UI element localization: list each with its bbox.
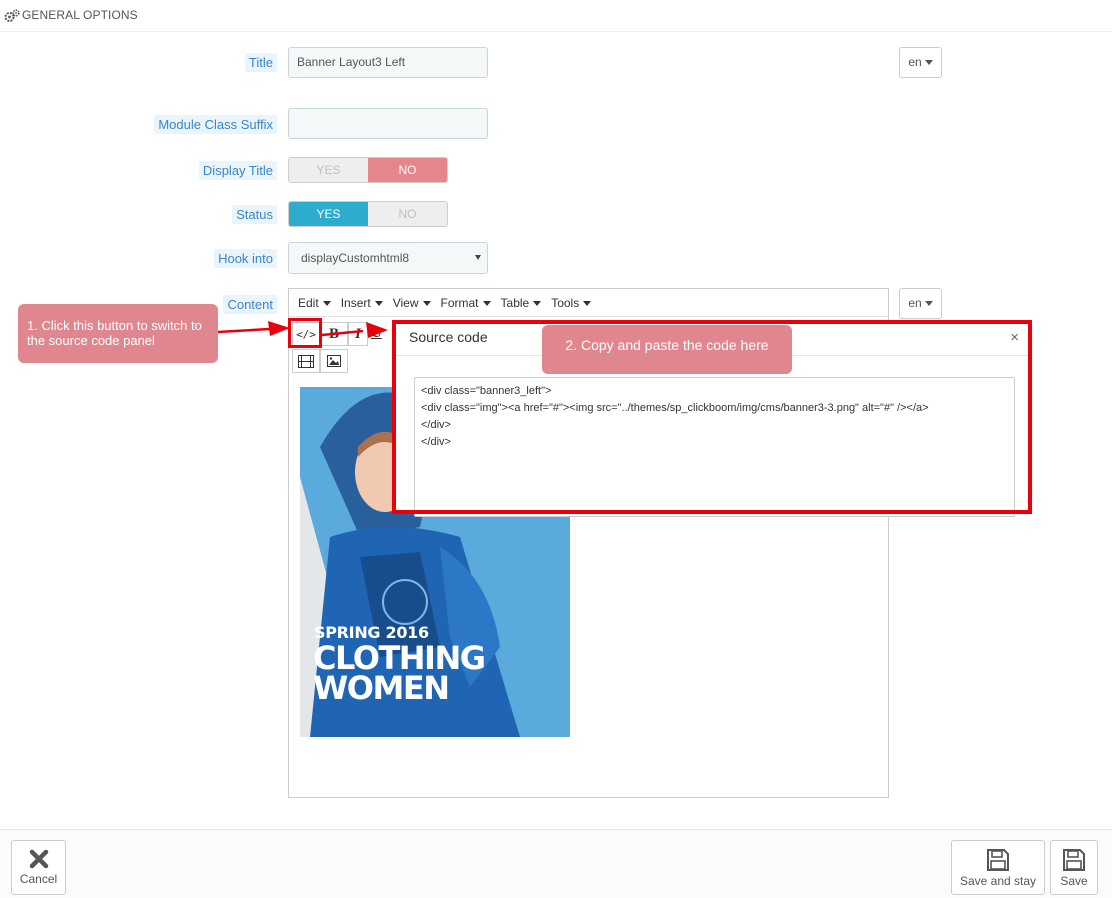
title-language-label: en (908, 55, 922, 69)
caret-down-icon (374, 300, 383, 306)
caret-down-icon (583, 300, 592, 306)
insert-image-button[interactable] (320, 349, 348, 373)
save-label: Save (1060, 874, 1088, 888)
dialog-title: Source code (409, 329, 488, 345)
menu-view-label: View (392, 295, 419, 310)
caret-down-icon (533, 300, 542, 306)
caret-down-icon (924, 60, 933, 66)
caret-down-icon (422, 300, 431, 306)
panel-title: GENERAL OPTIONS (22, 8, 138, 22)
menu-insert-label: Insert (340, 295, 371, 310)
hook-into-label: Hook into (214, 249, 277, 268)
status-switch[interactable]: YES NO (288, 201, 448, 227)
title-language-button[interactable]: en (899, 47, 942, 78)
menu-table-label: Table (500, 295, 530, 310)
menu-edit[interactable]: Edit (298, 296, 331, 310)
floppy-disk-icon (1063, 849, 1085, 871)
menu-tools-label: Tools (551, 295, 580, 310)
save-button[interactable]: Save (1050, 840, 1098, 895)
gears-icon (4, 9, 20, 22)
editor-menubar: Edit Insert View Format Table Tools (289, 289, 888, 317)
source-code-textarea[interactable]: <div class="banner3_left"> <div class="i… (414, 377, 1015, 517)
image-icon (327, 355, 341, 367)
caret-down-icon (924, 301, 933, 307)
menu-format-label: Format (440, 295, 479, 310)
step1-callout: 1. Click this button to switch to the so… (18, 304, 218, 363)
content-language-button[interactable]: en (899, 288, 942, 319)
menu-edit-label: Edit (298, 295, 319, 310)
content-language-label: en (908, 296, 922, 310)
menu-format[interactable]: Format (441, 296, 491, 310)
display-title-no-option[interactable]: NO (368, 158, 447, 182)
module-class-suffix-label: Module Class Suffix (154, 115, 277, 134)
title-input[interactable]: Banner Layout3 Left (288, 47, 488, 78)
arrow-icon (218, 321, 388, 338)
select-arrow-icon (475, 255, 481, 260)
cancel-label: Cancel (19, 872, 58, 886)
content-label: Content (223, 295, 277, 314)
status-yes-option[interactable]: YES (289, 202, 368, 226)
banner-title-line2: WOMEN (313, 669, 450, 707)
save-and-stay-button[interactable]: Save and stay (951, 840, 1045, 895)
title-label: Title (244, 53, 277, 72)
close-icon (29, 849, 48, 869)
save-and-stay-label: Save and stay (959, 874, 1037, 888)
module-class-suffix-input[interactable] (288, 108, 488, 139)
film-icon (298, 354, 314, 368)
close-icon[interactable]: × (1010, 329, 1019, 346)
cancel-button[interactable]: Cancel (11, 840, 66, 895)
menu-view[interactable]: View (393, 296, 431, 310)
floppy-disk-icon (987, 849, 1009, 871)
display-title-switch[interactable]: YES NO (288, 157, 448, 183)
caret-down-icon (482, 300, 491, 306)
panel-header: GENERAL OPTIONS (0, 0, 1112, 32)
status-no-option[interactable]: NO (368, 202, 447, 226)
step2-callout: 2. Copy and paste the code here (542, 325, 792, 374)
form-footer: Cancel Save and stay Save (0, 829, 1112, 898)
display-title-yes-option[interactable]: YES (289, 158, 368, 182)
status-label: Status (232, 205, 277, 224)
menu-table[interactable]: Table (501, 296, 542, 310)
insert-video-button[interactable] (292, 349, 320, 373)
caret-down-icon (322, 300, 331, 306)
menu-insert[interactable]: Insert (341, 296, 383, 310)
hook-into-value: displayCustomhtml8 (301, 251, 410, 265)
menu-tools[interactable]: Tools (551, 295, 592, 310)
display-title-label: Display Title (198, 161, 277, 180)
hook-into-select[interactable]: displayCustomhtml8 (288, 242, 488, 274)
